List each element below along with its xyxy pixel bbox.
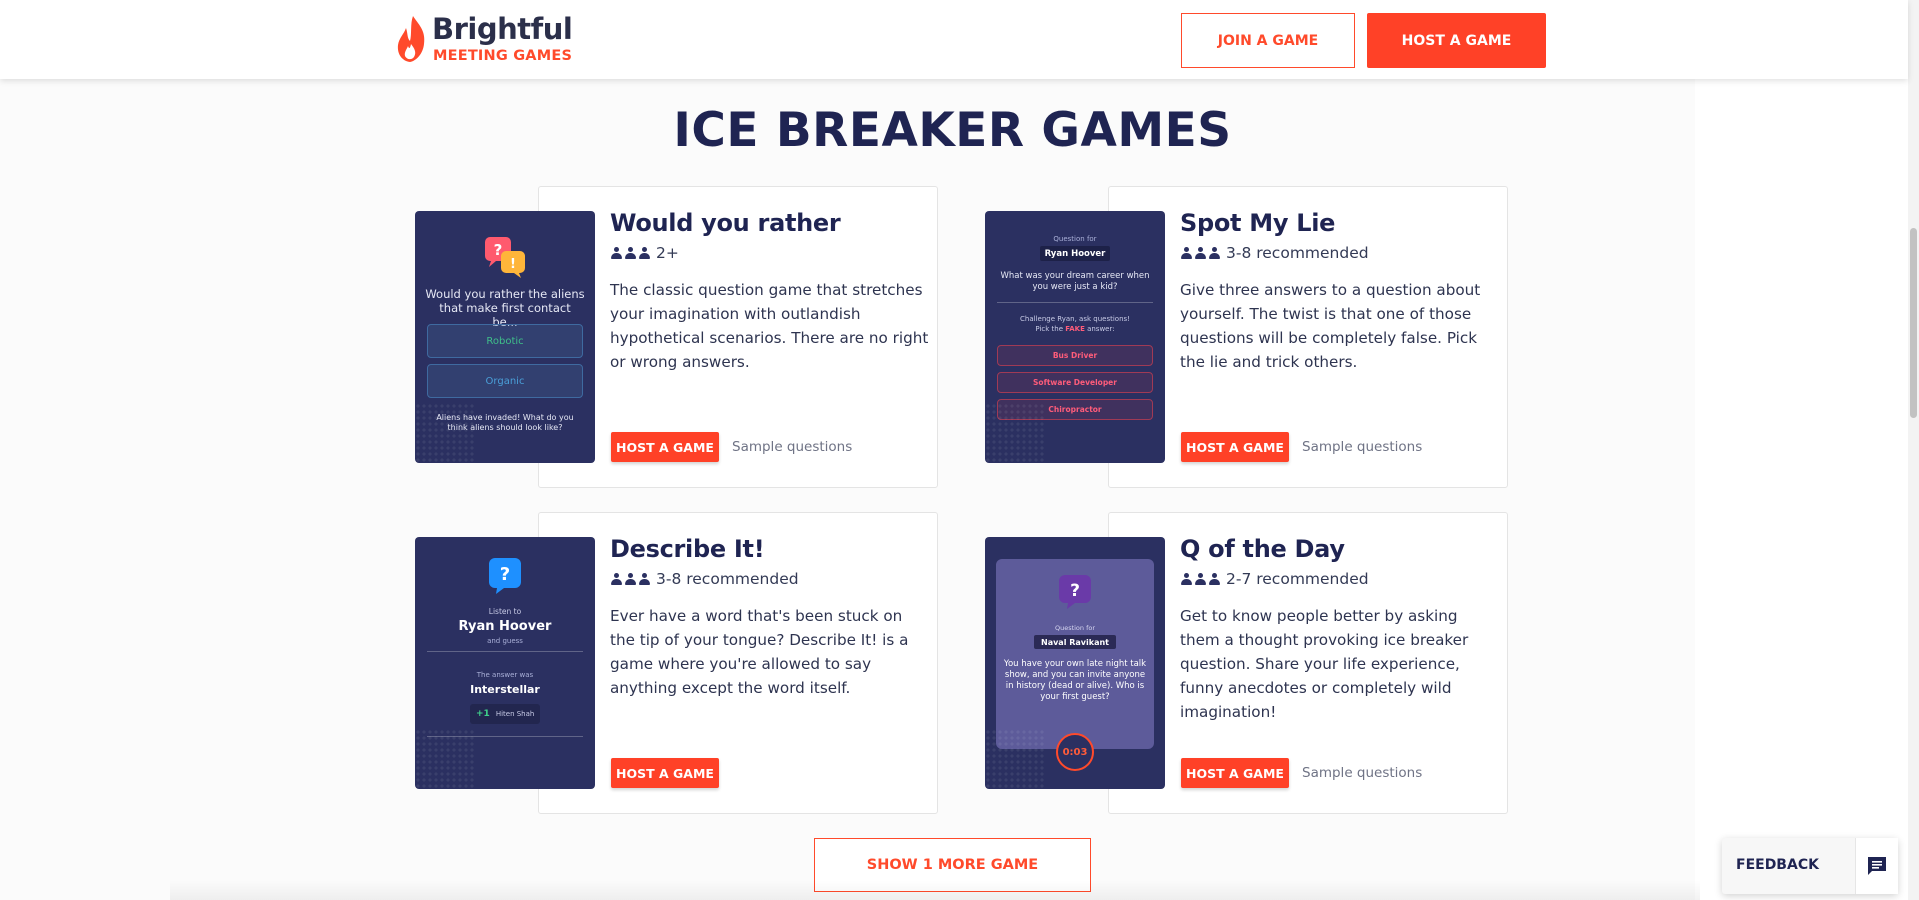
host-game-button[interactable]: HOST A GAME [1181,758,1289,788]
thumb-pattern [415,729,475,789]
thumb-player-name: Ryan Hoover [458,619,552,634]
thumb-player-name: Ryan Hoover [1040,246,1110,261]
game-thumbnail-spot-my-lie[interactable]: Question for Ryan Hoover What was your d… [985,211,1165,463]
thumb-pattern [415,403,475,463]
thumb-option-2: Organic [427,364,583,398]
game-description: Get to know people better by asking them… [1180,607,1469,721]
people-icon [611,573,650,585]
svg-text:?: ? [1070,581,1080,601]
thumb-pattern [985,729,1045,789]
host-game-button[interactable]: HOST A GAME [611,432,719,462]
sample-questions-link[interactable]: Sample questions [1302,765,1422,781]
game-description: Give three answers to a question about y… [1180,281,1481,371]
question-bubble-icon: ? [1059,575,1091,609]
brightful-logo[interactable]: Brightful MEETING GAMES [396,12,586,68]
thumb-and-guess: and guess [487,637,523,645]
game-title: Would you rather [610,209,841,237]
player-count-text: 3-8 recommended [656,570,799,588]
thumb-option-1: Bus Driver [997,345,1153,366]
host-game-button[interactable]: HOST A GAME [1367,13,1546,68]
logo-name: Brightful [432,12,573,46]
svg-text:?: ? [500,564,510,585]
question-bubble-icon: ? [489,558,521,594]
game-thumbnail-describe-it[interactable]: ? Listen to Ryan Hoover and guess The an… [415,537,595,789]
thumb-question-for: Question for [1054,624,1096,632]
thumb-pattern [985,403,1045,463]
player-count: 3-8 recommended [611,570,799,588]
player-count: 2-7 recommended [1181,570,1369,588]
section-title: ICE BREAKER GAMES [673,103,1232,158]
player-count-text: 2-7 recommended [1226,570,1369,588]
thumb-option-2: Software Developer [997,372,1153,393]
player-count: 3-8 recommended [1181,244,1369,262]
game-title: Q of the Day [1180,535,1345,563]
thumb-answer: Interstellar [470,683,540,696]
scrollbar-thumb[interactable] [1910,228,1917,418]
svg-text:!: ! [510,257,516,272]
site-header: Brightful MEETING GAMES JOIN A GAME HOST… [0,0,1908,79]
feedback-widget[interactable]: FEEDBACK [1722,838,1898,894]
people-icon [1181,573,1220,585]
sample-questions-link[interactable]: Sample questions [732,439,852,455]
thumb-timer: 0:03 [1056,733,1094,771]
thumb-pick-text: Pick the FAKE answer: [1035,325,1115,333]
logo-subtitle: MEETING GAMES [433,48,573,64]
game-title: Describe It! [610,535,765,563]
host-game-button[interactable]: HOST A GAME [611,758,719,788]
thumb-question: What was your dream career when you were… [1000,271,1150,292]
thumb-divider [997,302,1153,303]
feedback-label: FEEDBACK [1736,857,1819,873]
player-count-text: 3-8 recommended [1226,244,1369,262]
people-icon [1181,247,1220,259]
bottom-shadow [170,880,1700,900]
sample-questions-link[interactable]: Sample questions [1302,439,1422,455]
thumb-player: Hiten Shah [495,710,535,718]
game-description: Ever have a word that's been stuck on th… [610,607,909,697]
join-game-button[interactable]: JOIN A GAME [1181,13,1355,68]
thumb-question: Would you rather the aliens that make fi… [425,287,585,329]
people-icon [611,247,650,259]
scrollbar[interactable] [1908,0,1919,900]
host-game-button[interactable]: HOST A GAME [1181,432,1289,462]
game-thumbnail-q-of-the-day[interactable]: ? Question for Naval Ravikant You have y… [985,537,1165,789]
game-title: Spot My Lie [1180,209,1336,237]
game-description: The classic question game that stretches… [610,281,929,371]
thumb-listen-to: Listen to [488,607,522,616]
chat-icon[interactable] [1855,838,1898,894]
question-bubble-icon: ? ! [485,237,525,278]
player-count: 2+ [611,244,679,262]
thumb-divider [427,651,583,652]
flame-logo-icon [397,16,425,62]
svg-text:?: ? [494,241,503,259]
game-thumbnail-would-you-rather[interactable]: ? ! Would you rather the aliens that mak… [415,211,595,463]
thumb-score-row: +1 Hiten Shah [470,704,540,724]
thumb-player-name: Naval Ravikant [1034,635,1116,649]
player-count-text: 2+ [656,244,679,262]
thumb-question: You have your own late night talk show, … [1003,659,1147,702]
thumb-challenge: Challenge Ryan, ask questions! [1020,315,1130,323]
thumb-question-for: Question for [1053,235,1097,243]
thumb-answer-was: The answer was [476,671,534,679]
thumb-option-1: Robotic [427,324,583,358]
thumb-points: +1 [476,709,490,719]
